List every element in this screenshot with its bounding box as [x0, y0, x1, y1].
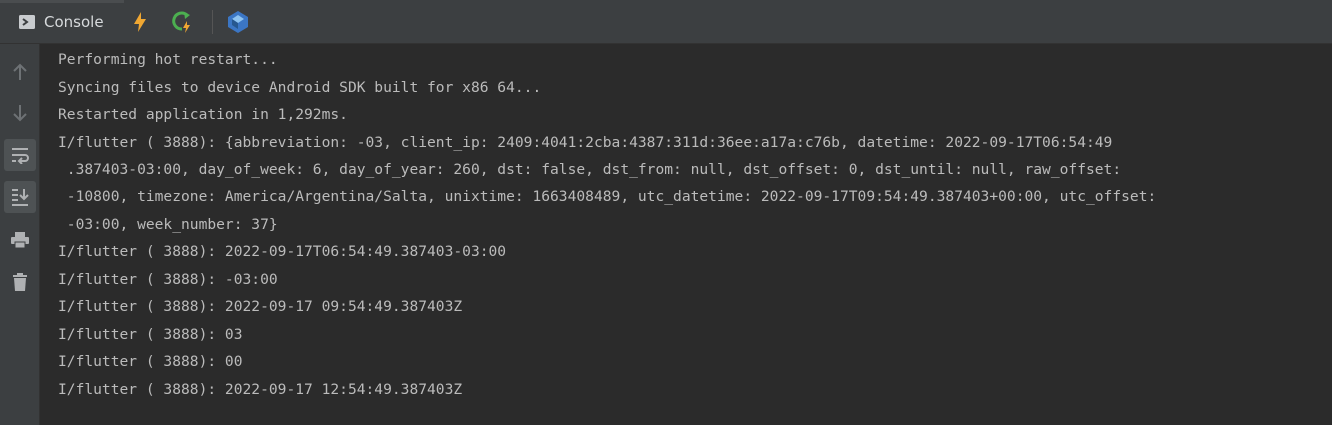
- lightning-bolt-icon: [134, 12, 146, 32]
- tab-console-label: Console: [44, 13, 104, 31]
- trash-icon: [13, 273, 27, 291]
- hot-restart-icon: [172, 11, 190, 33]
- console-line: I/flutter ( 3888): 2022-09-17 09:54:49.3…: [58, 298, 463, 315]
- console-line: .387403-03:00, day_of_week: 6, day_of_ye…: [58, 161, 1122, 178]
- console-line: I/flutter ( 3888): 00: [58, 353, 243, 370]
- console-line: Restarted application in 1,292ms.: [58, 106, 348, 123]
- console-sidebar: [0, 44, 40, 425]
- terminal-icon: [19, 15, 35, 29]
- arrow-down-icon: [13, 105, 27, 122]
- soft-wrap-toggle[interactable]: [4, 139, 36, 171]
- console-line: I/flutter ( 3888): -03:00: [58, 271, 278, 288]
- console-line: I/flutter ( 3888): 2022-09-17T06:54:49.3…: [58, 243, 507, 260]
- active-tab-indicator: [0, 0, 124, 3]
- console-line: I/flutter ( 3888): 03: [58, 326, 243, 343]
- hot-restart-button[interactable]: [170, 10, 194, 34]
- console-line: -03:00, week_number: 37}: [58, 216, 278, 233]
- console-line: I/flutter ( 3888): 2022-09-17 12:54:49.3…: [58, 381, 463, 398]
- dart-devtools-button[interactable]: [226, 10, 250, 34]
- console-line: Performing hot restart...: [58, 51, 278, 68]
- console-line: -10800, timezone: America/Argentina/Salt…: [58, 188, 1157, 205]
- tab-console[interactable]: Console: [8, 6, 112, 38]
- console-toolbar: Console: [0, 0, 1332, 44]
- print-button[interactable]: [4, 224, 36, 256]
- soft-wrap-icon: [12, 148, 29, 164]
- dart-devtools-icon: [228, 11, 248, 33]
- scroll-up-button[interactable]: [4, 56, 36, 88]
- console-line: Syncing files to device Android SDK buil…: [58, 79, 542, 96]
- hot-reload-button[interactable]: [128, 10, 152, 34]
- console-output[interactable]: Performing hot restart... Syncing files …: [41, 44, 1332, 425]
- arrow-up-icon: [13, 63, 27, 80]
- scroll-down-button[interactable]: [4, 97, 36, 129]
- scroll-to-end-icon: [12, 189, 29, 206]
- toolbar-separator: [212, 10, 213, 34]
- console-line: I/flutter ( 3888): {abbreviation: -03, c…: [58, 134, 1113, 151]
- clear-all-button[interactable]: [4, 266, 36, 298]
- print-icon: [11, 232, 29, 249]
- scroll-to-end-toggle[interactable]: [4, 181, 36, 213]
